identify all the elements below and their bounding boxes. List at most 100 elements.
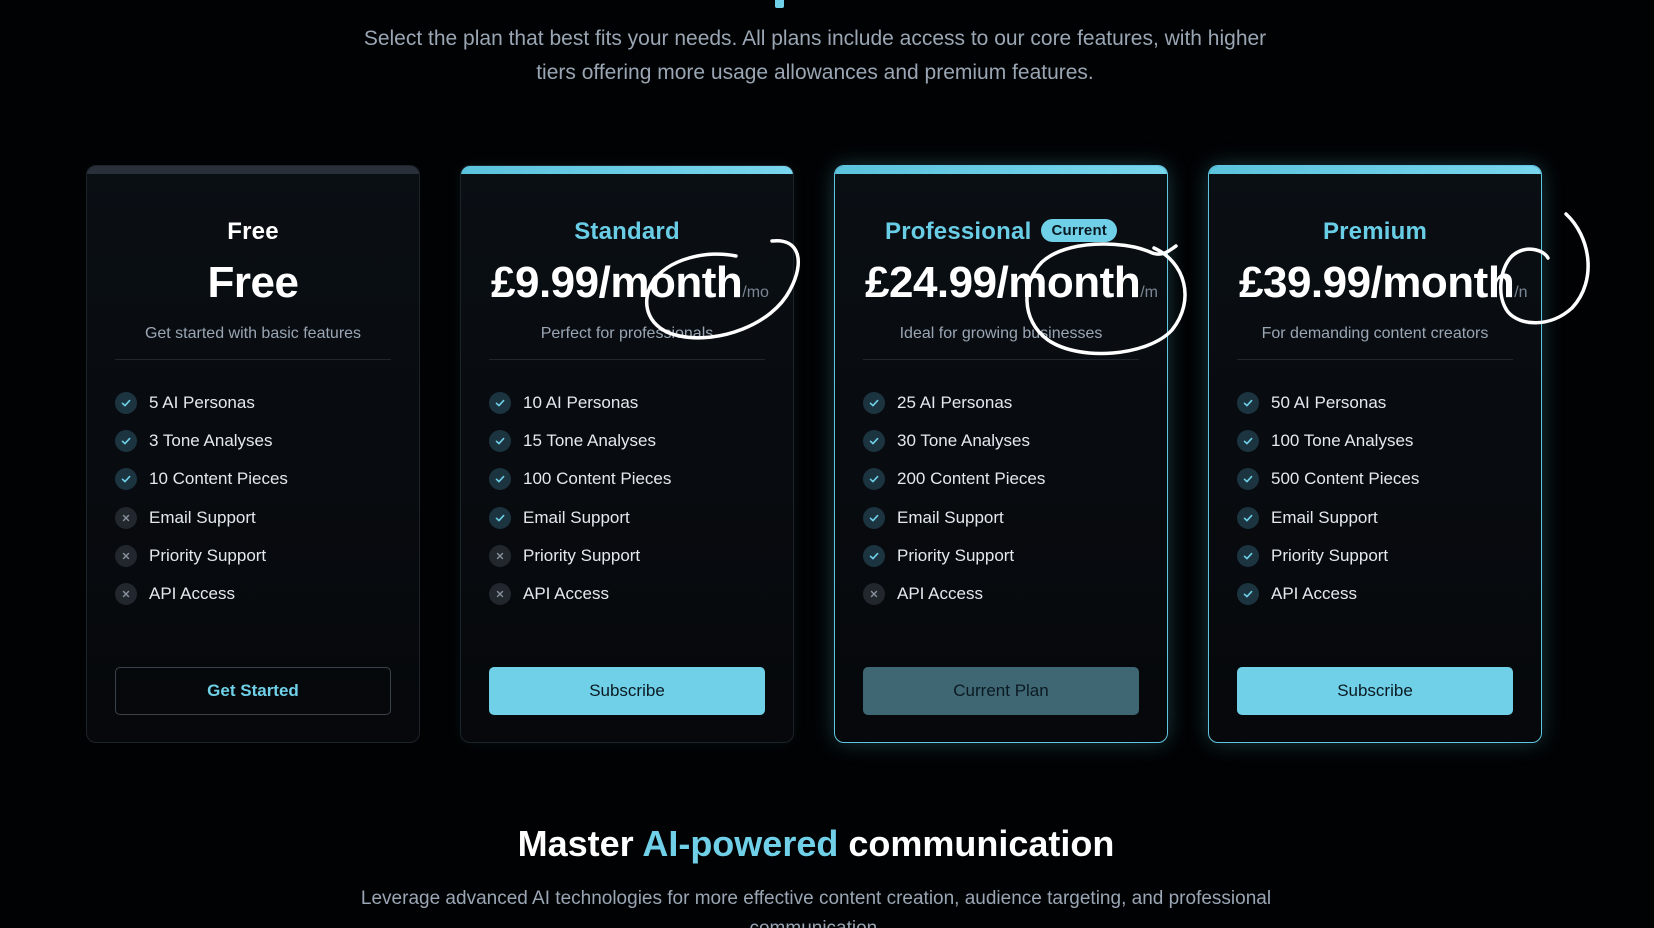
subscribe-premium-button[interactable]: Subscribe [1237,667,1513,715]
divider [1237,359,1513,360]
plan-price: £39.99/month/n [1239,258,1528,308]
feature-label: Email Support [523,507,630,527]
feature-label: API Access [523,584,609,604]
feature-item: 100 Tone Analyses [1237,422,1419,460]
feature-label: 25 AI Personas [897,393,1013,413]
price-period: /n [1514,284,1528,301]
plan-name: Professional Current [835,218,1167,246]
feature-item: API Access [489,575,671,613]
feature-list: 25 AI Personas 30 Tone Analyses 200 Conten… [863,384,1045,613]
plan-name-text: Professional [884,218,1032,245]
feature-list: 50 AI Personas 100 Tone Analyses 500 Conte… [1237,384,1419,613]
feature-label: 200 Content Pieces [897,469,1046,489]
intro-line-2: tiers offering more usage allowances and… [536,61,1094,84]
feature-label: Priority Support [149,545,267,565]
feature-list: 10 AI Personas 15 Tone Analyses 100 Conten… [489,384,671,613]
feature-item: 100 Content Pieces [489,460,671,498]
divider [489,359,765,360]
check-icon [1237,583,1259,606]
plan-cards: Free Free Get started with basic feature… [86,165,1546,745]
feature-label: 500 Content Pieces [1271,469,1420,489]
feature-label: 100 Content Pieces [523,469,672,489]
feature-label: Priority Support [1271,545,1389,565]
feature-label: 100 Tone Analyses [1271,431,1414,451]
price-period: /m [1140,284,1158,301]
x-icon [115,544,137,567]
card-top-stripe [1209,166,1541,174]
check-icon [1237,468,1259,491]
subscribe-standard-button[interactable]: Subscribe [489,667,765,715]
headline-prefix: Master [517,823,643,864]
intro-line-1: Select the plan that best fits your need… [363,27,1267,50]
feature-item: 10 Content Pieces [115,460,288,498]
x-icon [863,583,885,606]
check-icon [863,544,885,567]
heading-fragment [775,0,784,8]
feature-label: Email Support [149,507,256,527]
check-icon [863,506,885,529]
feature-item: 10 AI Personas [489,384,671,422]
feature-item: 15 Tone Analyses [489,422,671,460]
feature-item: Priority Support [115,537,288,575]
feature-label: 10 AI Personas [523,393,639,413]
plan-tagline: Ideal for growing businesses [899,325,1103,342]
feature-label: 3 Tone Analyses [149,431,273,451]
check-icon [115,430,137,453]
x-icon [115,506,137,529]
plan-card-professional: Professional Current £24.99/month/m Ideal… [834,165,1168,743]
plan-tagline: Perfect for professionals [540,325,714,342]
card-top-stripe [461,166,793,174]
feature-label: 10 Content Pieces [149,469,288,489]
feature-item: 30 Tone Analyses [863,422,1045,460]
feature-item: 3 Tone Analyses [115,422,288,460]
current-plan-button[interactable]: Current Plan [863,667,1139,715]
check-icon [1237,392,1259,415]
plan-price: £24.99/month/m [865,258,1158,308]
divider [115,359,391,360]
feature-label: 30 Tone Analyses [897,431,1030,451]
check-icon [489,430,511,453]
get-started-button[interactable]: Get Started [115,667,391,715]
feature-item: Email Support [1237,499,1419,537]
check-icon [1237,506,1259,529]
price-amount: £9.99/month [491,258,743,307]
card-top-stripe [87,166,419,174]
check-icon [115,468,137,491]
x-icon [115,583,137,606]
check-icon [1237,544,1259,567]
feature-item: 50 AI Personas [1237,384,1419,422]
feature-item: Email Support [489,499,671,537]
price-amount: £24.99/month [865,258,1141,307]
section-description: Leverage advanced AI technologies for mo… [0,884,1632,928]
x-icon [489,583,511,606]
divider [863,359,1139,360]
feature-label: API Access [149,584,235,604]
check-icon [863,468,885,491]
check-icon [489,468,511,491]
feature-item: 200 Content Pieces [863,460,1045,498]
headline-suffix: communication [838,823,1115,864]
check-icon [1237,430,1259,453]
feature-item: 5 AI Personas [115,384,288,422]
plan-card-premium: Premium £39.99/month/n For demanding con… [1208,165,1542,743]
plan-price: Free [87,258,419,308]
feature-label: Priority Support [897,545,1015,565]
feature-label: API Access [1271,584,1357,604]
plan-name: Premium [1322,218,1428,245]
plan-card-standard: Standard £9.99/month/mo Perfect for prof… [460,165,794,743]
check-icon [489,392,511,415]
pricing-intro: Select the plan that best fits your need… [0,22,1630,90]
feature-label: 5 AI Personas [149,393,255,413]
feature-item: Email Support [863,499,1045,537]
feature-label: 15 Tone Analyses [523,431,656,451]
feature-label: API Access [897,584,983,604]
feature-item: Priority Support [489,537,671,575]
feature-item: API Access [863,575,1045,613]
description-line-1: Leverage advanced AI technologies for mo… [360,888,1272,909]
feature-item: 500 Content Pieces [1237,460,1419,498]
plan-tagline: For demanding content creators [1261,325,1489,342]
check-icon [115,392,137,415]
feature-item: Priority Support [863,537,1045,575]
check-icon [863,392,885,415]
plan-price: £9.99/month/mo [491,258,769,308]
